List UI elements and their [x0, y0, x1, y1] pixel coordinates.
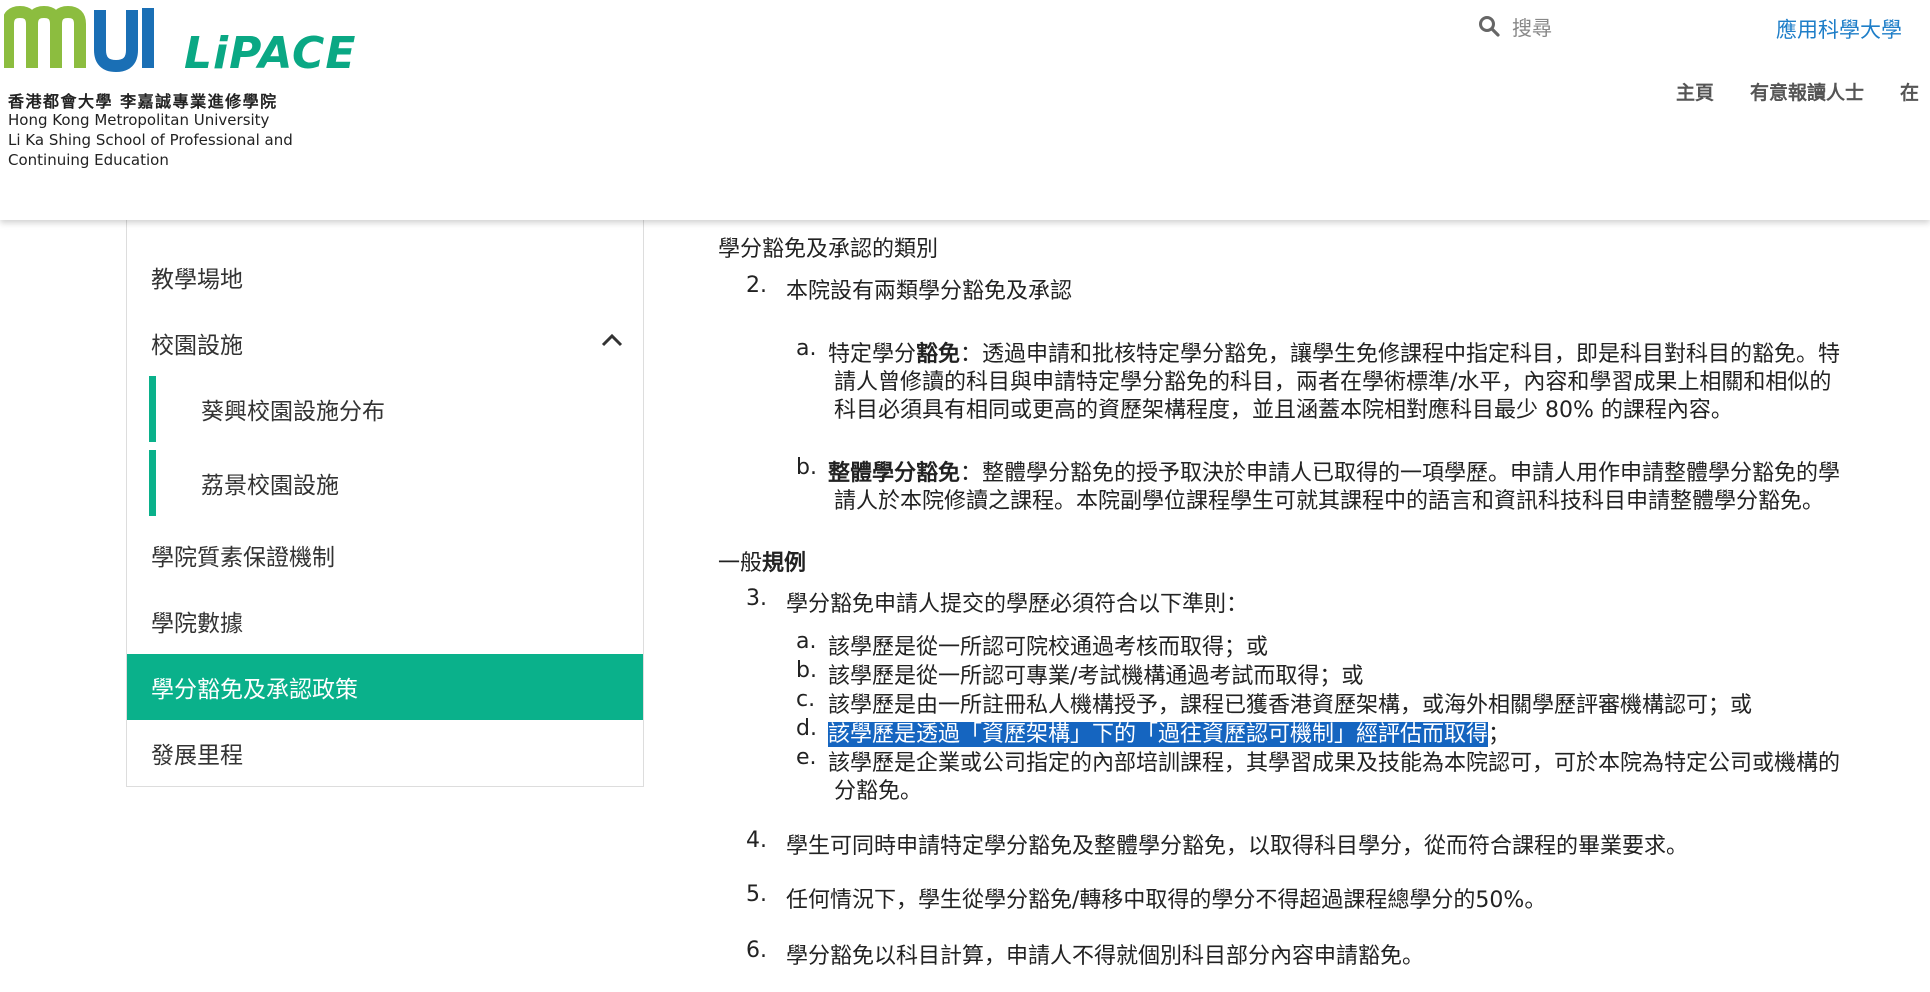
logo-english-line: Li Ka Shing School of Professional and	[8, 131, 293, 149]
main-nav: 主頁 有意報讀人士 在	[1676, 78, 1919, 105]
logo-english-name: Hong Kong Metropolitan University Li Ka …	[8, 110, 308, 170]
item-suffix: ；	[1488, 722, 1511, 747]
search-input[interactable]: 搜尋	[1512, 12, 1552, 41]
list-number: 5.	[746, 882, 767, 907]
list-letter: e.	[796, 745, 817, 770]
chevron-up-icon[interactable]	[601, 332, 623, 348]
search-box[interactable]: 搜尋	[1478, 10, 1552, 42]
list-number: 6.	[746, 938, 767, 963]
sidebar-item-teaching-venues[interactable]: 教學場地	[127, 244, 643, 310]
school-logo[interactable]: LiPACE 香港都會大學 李嘉誠專業進修學院 Hong Kong Metrop…	[4, 4, 355, 174]
title-bold: 規例	[762, 551, 807, 576]
logo-chinese-name: 香港都會大學 李嘉誠專業進修學院	[8, 92, 278, 111]
sidebar-item-credit-exemption-policy[interactable]: 學分豁免及承認政策	[127, 654, 643, 720]
nav-current-students[interactable]: 在	[1900, 78, 1919, 105]
sidebar-item-label: 葵興校園設施分布	[201, 399, 385, 425]
list-letter: a.	[796, 629, 817, 654]
criteria-item: 該學歷是企業或公司指定的內部培訓課程，其學習成果及技能為本院認可，可於本院為特定…	[828, 751, 1841, 776]
sidebar-item-label: 校園設施	[151, 333, 243, 359]
criteria-item-selected[interactable]: 該學歷是透過「資歷架構」下的「過往資歷認可機制」經評估而取得；	[828, 716, 1510, 748]
criteria-item-continuation: 分豁免。	[834, 779, 923, 804]
sidebar-item-label: 荔景校園設施	[201, 473, 339, 499]
applied-sciences-university-link[interactable]: 應用科學大學	[1776, 14, 1902, 44]
paragraph-2: 本院設有兩類學分豁免及承認	[786, 279, 1073, 304]
selected-text[interactable]: 該學歷是透過「資歷架構」下的「過往資歷認可機制」經評估而取得	[828, 722, 1489, 747]
sidebar-item-quality-assurance[interactable]: 學院質素保證機制	[127, 522, 643, 588]
mu-logo-mark	[4, 5, 154, 73]
list-letter: a.	[796, 336, 817, 361]
active-indicator-bar	[149, 450, 156, 516]
paragraph-3: 學分豁免申請人提交的學歷必須符合以下準則：	[786, 592, 1249, 617]
active-indicator-bar	[149, 376, 156, 442]
paragraph-2a-line: 科目必須具有相同或更高的資歷架構程度，並且涵蓋本院相對應科目最少 80% 的課程…	[834, 398, 1733, 423]
sidebar-item-kwai-hing-campus[interactable]: 葵興校園設施分布	[127, 376, 643, 442]
site-header: LiPACE 香港都會大學 李嘉誠專業進修學院 Hong Kong Metrop…	[0, 0, 1930, 220]
criteria-item: 該學歷是從一所認可專業/考試機構通過考試而取得；或	[828, 664, 1364, 689]
paragraph-2b-line: 請人於本院修讀之課程。本院副學位課程學生可就其課程中的語言和資訊科技科目申請整體…	[834, 489, 1825, 514]
nav-prospective-students[interactable]: 有意報讀人士	[1750, 78, 1864, 105]
paragraph-4: 學生可同時申請特定學分豁免及整體學分豁免，以取得科目學分，從而符合課程的畢業要求…	[786, 834, 1689, 859]
section-title-general-rules: 一般規例	[718, 545, 806, 577]
list-letter: b.	[796, 455, 817, 480]
section-title-exemption-types: 學分豁免及承認的類別	[718, 237, 939, 262]
sidebar-item-campus-facilities[interactable]: 校園設施	[127, 310, 643, 376]
main-content: 學分豁免及承認的類別 2. 本院設有兩類學分豁免及承認 a. 特定學分豁免：透過…	[718, 220, 1930, 992]
sidebar-menu: 教學場地 校園設施 葵興校園設施分布 荔景校園設施 學院質素保證機制 學院數據 …	[126, 190, 644, 787]
nav-home[interactable]: 主頁	[1676, 78, 1714, 105]
sidebar-item-label: 學分豁免及承認政策	[151, 677, 358, 703]
logo-brand-text: LiPACE	[184, 28, 357, 79]
paragraph-5: 任何情況下，學生從學分豁免/轉移中取得的學分不得超過課程總學分的50%。	[786, 888, 1547, 913]
logo-english-line: Continuing Education	[8, 151, 169, 169]
sidebar-item-label: 學院數據	[151, 611, 243, 637]
paragraph-6: 學分豁免以科目計算，申請人不得就個別科目部分內容申請豁免。	[786, 944, 1425, 969]
list-number: 2.	[746, 273, 767, 298]
logo-english-line: Hong Kong Metropolitan University	[8, 111, 270, 129]
search-icon[interactable]	[1478, 15, 1500, 37]
list-letter: b.	[796, 658, 817, 683]
sidebar-item-school-data[interactable]: 學院數據	[127, 588, 643, 654]
sidebar-item-lai-king-campus[interactable]: 荔景校園設施	[127, 450, 643, 516]
list-number: 4.	[746, 828, 767, 853]
sidebar-item-milestones[interactable]: 發展里程	[127, 720, 643, 786]
list-number: 3.	[746, 586, 767, 611]
title-prefix: 一般	[718, 551, 763, 576]
sidebar-item-label: 學院質素保證機制	[151, 545, 335, 571]
sidebar-item-label: 發展里程	[151, 743, 243, 769]
list-letter: c.	[796, 687, 816, 712]
sidebar-item-label: 教學場地	[151, 267, 243, 293]
criteria-item: 該學歷是從一所認可院校通過考核而取得；或	[828, 635, 1269, 660]
criteria-item: 該學歷是由一所註冊私人機構授予，課程已獲香港資歷架構，或海外相關學歷評審機構認可…	[828, 693, 1753, 718]
list-letter: d.	[796, 716, 817, 741]
